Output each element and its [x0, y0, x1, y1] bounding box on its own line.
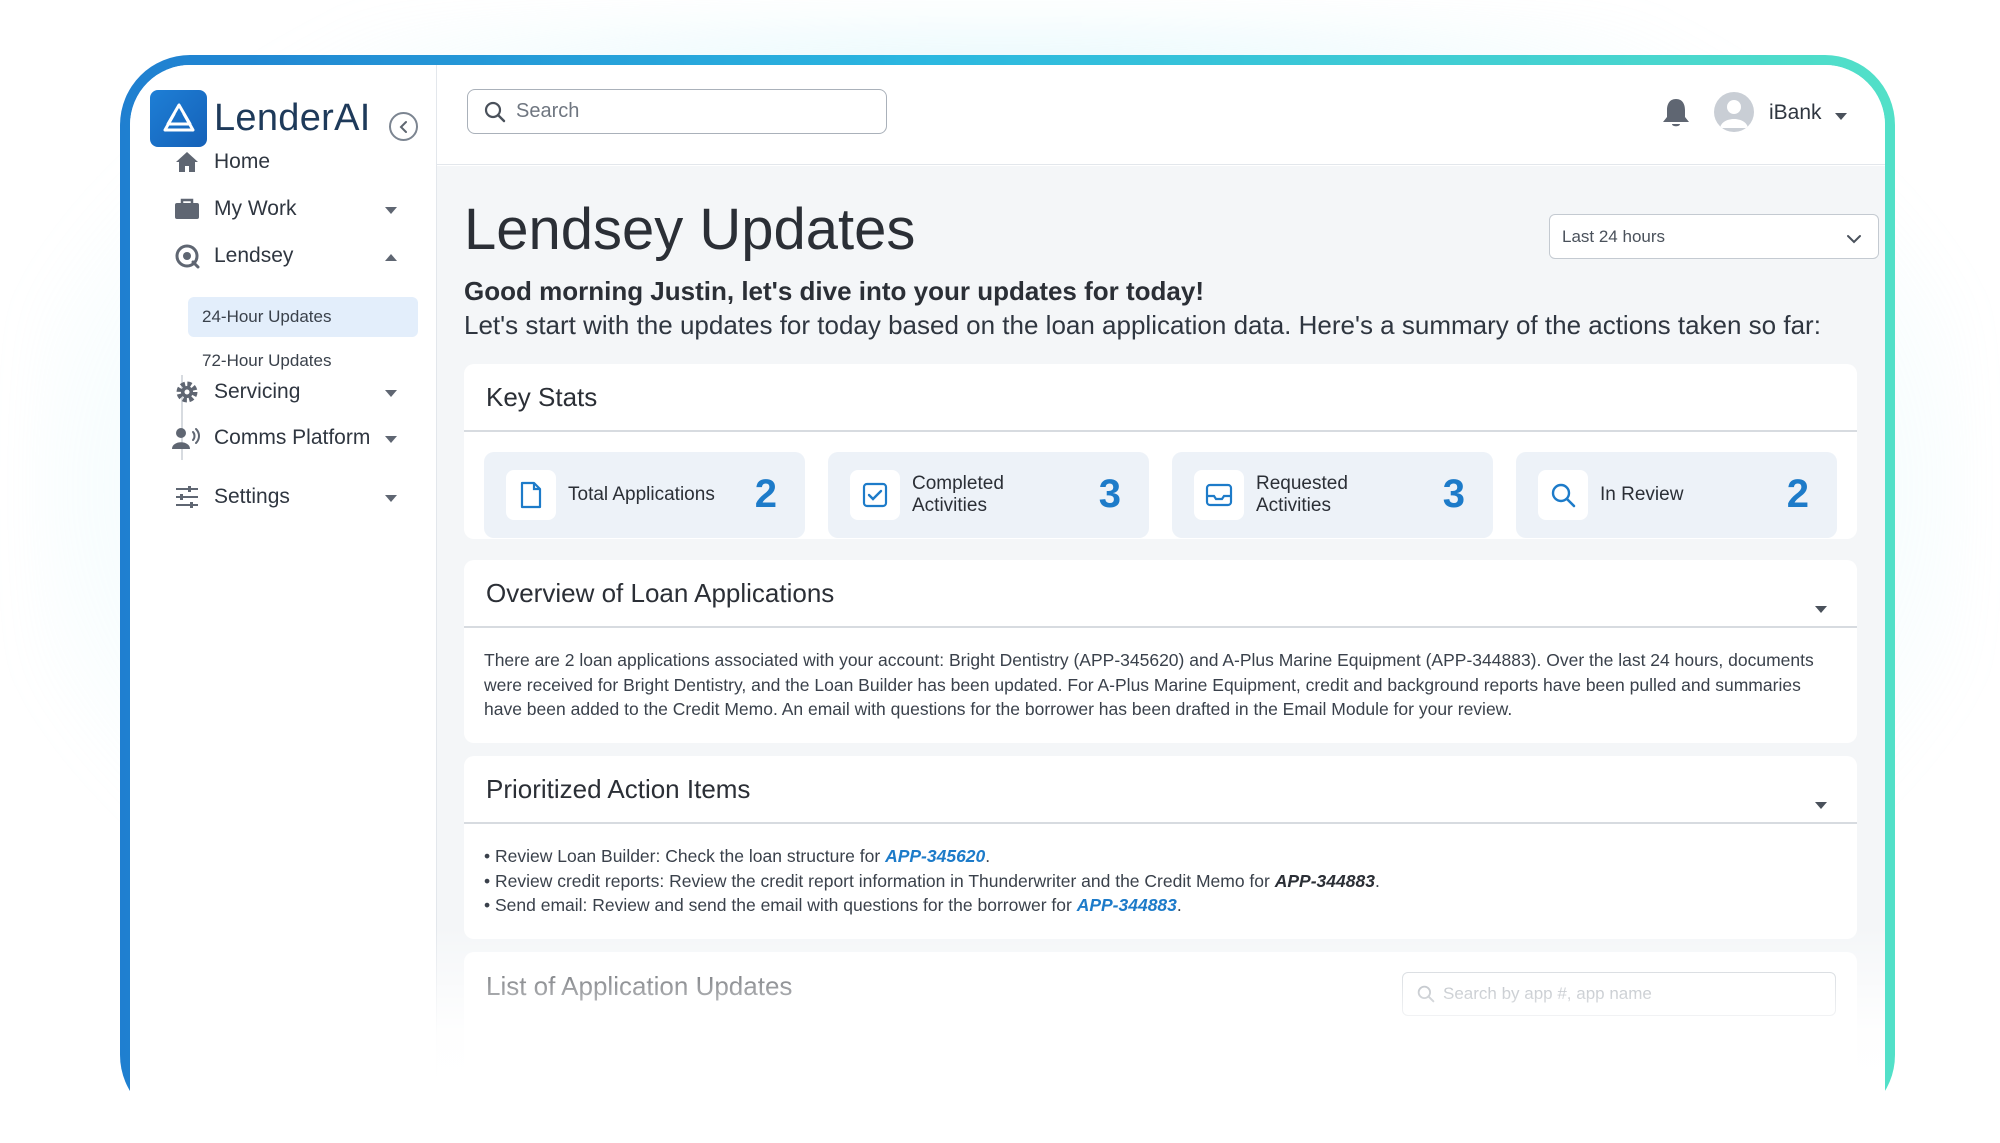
collapse-sidebar-button[interactable]	[389, 112, 418, 141]
stat-requested-activities[interactable]: Requested Activities 3	[1172, 452, 1493, 538]
sidebar-subitem-24-hour-updates[interactable]: 24-Hour Updates	[188, 297, 418, 337]
list-item: • Send email: Review and send the email …	[484, 893, 1837, 918]
app-id: APP-344883	[1274, 870, 1375, 891]
list-item: • Review credit reports: Review the cred…	[484, 869, 1837, 894]
stat-value: 2	[754, 472, 777, 516]
sidebar-subitem-label: 72-Hour Updates	[202, 351, 332, 370]
sidebar-item-lendsey[interactable]: Lendsey	[172, 241, 397, 271]
home-icon	[172, 147, 202, 177]
sidebar-item-label: Home	[214, 150, 271, 173]
search-icon	[1538, 470, 1588, 520]
sidebar-item-label: My Work	[214, 197, 297, 220]
user-name[interactable]: iBank	[1769, 101, 1822, 125]
sidebar-item-label: Comms Platform	[214, 426, 371, 449]
action-text: • Send email: Review and send the email …	[484, 895, 1077, 915]
app-window: LenderAI Home My Work Lendsey 24-Hour Up…	[130, 65, 1885, 1125]
brand-logo[interactable]: LenderAI	[150, 90, 371, 147]
time-range-select[interactable]: Last 24 hours	[1549, 214, 1879, 259]
chevron-down-icon	[1846, 229, 1862, 249]
action-suffix: .	[985, 846, 991, 866]
stat-in-review[interactable]: In Review 2	[1516, 452, 1837, 538]
application-updates-card: List of Application Updates Search by ap…	[464, 952, 1857, 1092]
card-title: Overview of Loan Applications	[486, 577, 835, 608]
chevron-left-icon	[399, 120, 407, 133]
time-range-value: Last 24 hours	[1562, 226, 1666, 246]
action-suffix: .	[1374, 870, 1380, 891]
overview-header[interactable]: Overview of Loan Applications	[464, 560, 1857, 628]
greeting-text: Good morning Justin, let's dive into you…	[464, 276, 1204, 306]
card-title: Key Stats	[464, 364, 1857, 432]
device-frame: LenderAI Home My Work Lendsey 24-Hour Up…	[120, 55, 1895, 1125]
stat-label: Requested Activities	[1256, 473, 1348, 516]
action-items-list: • Review Loan Builder: Check the loan st…	[464, 824, 1857, 936]
caret-down-icon	[385, 380, 397, 404]
caret-down-icon	[385, 485, 397, 509]
stat-value: 3	[1098, 472, 1121, 516]
app-link[interactable]: APP-345620	[885, 846, 985, 866]
sidebar-subitem-72-hour-updates[interactable]: 72-Hour Updates	[188, 341, 418, 381]
overview-text: There are 2 loan applications associated…	[484, 650, 1814, 719]
user-icon	[1720, 100, 1748, 128]
briefcase-icon	[172, 194, 202, 224]
main-area: iBank Lendsey Updates Last 24 hours Good…	[437, 65, 1885, 1125]
global-search[interactable]	[467, 89, 887, 134]
stat-value: 2	[1786, 472, 1809, 516]
page-content: Lendsey Updates Last 24 hours Good morni…	[437, 166, 1885, 1125]
sidebar-item-home[interactable]: Home	[172, 147, 397, 177]
sidebar-item-label: Servicing	[214, 380, 301, 403]
action-text: • Review Loan Builder: Check the loan st…	[484, 846, 886, 866]
action-items-header[interactable]: Prioritized Action Items	[464, 756, 1857, 824]
page-title: Lendsey Updates	[464, 197, 916, 262]
summary-text: Let's start with the updates for today b…	[464, 310, 1821, 340]
sidebar-subitem-label: 24-Hour Updates	[202, 307, 332, 326]
sidebar: LenderAI Home My Work Lendsey 24-Hour Up…	[130, 65, 437, 1125]
brand-name: LenderAI	[214, 97, 371, 139]
search-icon	[484, 101, 506, 122]
list-item: • Review Loan Builder: Check the loan st…	[484, 844, 1837, 869]
top-bar: iBank	[437, 65, 1885, 165]
app-search-input[interactable]: Search by app #, app name	[1402, 972, 1836, 1016]
stat-value: 3	[1442, 472, 1465, 516]
stat-label: Total Applications	[568, 484, 715, 505]
card-title: Prioritized Action Items	[486, 773, 751, 804]
app-link[interactable]: APP-344883	[1077, 895, 1177, 915]
lendsey-icon	[172, 241, 202, 271]
sidebar-item-label: Lendsey	[214, 244, 294, 267]
overview-card: Overview of Loan Applications There are …	[464, 560, 1857, 743]
search-icon	[1417, 985, 1435, 1003]
stat-label: In Review	[1600, 484, 1684, 505]
gear-icon	[172, 377, 202, 407]
person-speaking-icon	[172, 423, 202, 453]
action-items-card: Prioritized Action Items • Review Loan B…	[464, 756, 1857, 939]
avatar[interactable]	[1714, 92, 1754, 132]
sidebar-item-settings[interactable]: Settings	[172, 482, 397, 512]
app-search-placeholder: Search by app #, app name	[1443, 984, 1652, 1003]
search-input[interactable]	[516, 100, 856, 123]
sidebar-item-my-work[interactable]: My Work	[172, 194, 397, 224]
caret-down-icon	[385, 197, 397, 221]
sidebar-item-comms-platform[interactable]: Comms Platform	[172, 423, 397, 453]
stat-total-applications[interactable]: Total Applications 2	[484, 452, 805, 538]
sidebar-item-label: Settings	[214, 485, 290, 508]
inbox-icon	[1194, 470, 1244, 520]
stat-completed-activities[interactable]: Completed Activities 3	[828, 452, 1149, 538]
stats-row: Total Applications 2 Completed Activitie…	[464, 432, 1857, 558]
sliders-icon	[172, 482, 202, 512]
document-icon	[506, 470, 556, 520]
caret-down-icon[interactable]	[1815, 786, 1827, 817]
stat-label: Completed Activities	[912, 473, 1004, 516]
caret-down-icon[interactable]	[1835, 108, 1847, 126]
checkbox-icon	[850, 470, 900, 520]
sidebar-item-servicing[interactable]: Servicing	[172, 377, 397, 407]
key-stats-card: Key Stats Total Applications 2 Completed…	[464, 364, 1857, 539]
caret-up-icon	[385, 244, 397, 268]
action-suffix: .	[1176, 895, 1182, 915]
lenderai-logo-icon	[150, 90, 207, 147]
caret-down-icon	[385, 426, 397, 450]
caret-down-icon[interactable]	[1815, 590, 1827, 621]
action-text: • Review credit reports: Review the cred…	[484, 870, 1275, 891]
bell-icon[interactable]	[1661, 97, 1691, 134]
